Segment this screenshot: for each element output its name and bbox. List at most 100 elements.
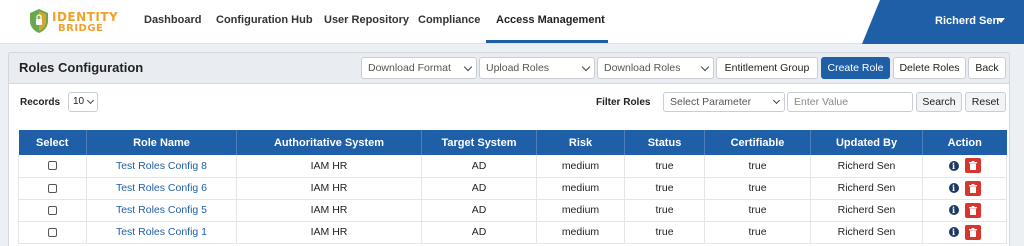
- col-status[interactable]: Status: [624, 130, 705, 155]
- filter-parameter-placeholder: Select Parameter: [670, 96, 752, 108]
- chevron-down-icon: [700, 62, 710, 72]
- chevron-down-icon: [86, 96, 95, 105]
- action-cell: i: [922, 199, 1007, 222]
- download-roles-select[interactable]: Download Roles: [597, 57, 714, 79]
- col-role-name[interactable]: Role Name: [86, 130, 237, 155]
- target-system-cell: AD: [421, 199, 537, 222]
- action-cell: i: [922, 177, 1007, 200]
- entitlement-group-button[interactable]: Entitlement Group: [716, 57, 818, 79]
- nav-compliance[interactable]: Compliance: [418, 14, 480, 26]
- delete-button[interactable]: [964, 202, 981, 218]
- select-cell: [18, 155, 87, 178]
- select-cell: [18, 221, 87, 244]
- certifiable-cell: true: [704, 155, 811, 178]
- select-cell: [18, 177, 87, 200]
- roles-table: Select Role Name Authoritative System Ta…: [18, 130, 1007, 244]
- role-name-link[interactable]: Test Roles Config 5: [86, 199, 237, 222]
- active-nav-indicator: [486, 40, 608, 43]
- certifiable-cell: true: [704, 199, 811, 222]
- nav-access-management[interactable]: Access Management: [496, 14, 605, 26]
- updated-by-cell: Richerd Sen: [810, 221, 923, 244]
- back-button[interactable]: Back: [968, 57, 1006, 79]
- action-cell: i: [922, 221, 1007, 244]
- upload-roles-select[interactable]: Upload Roles: [479, 57, 595, 79]
- chevron-down-icon[interactable]: [997, 18, 1005, 23]
- certifiable-cell: true: [704, 177, 811, 200]
- info-icon[interactable]: i: [948, 160, 959, 171]
- status-cell: true: [624, 221, 705, 244]
- target-system-cell: AD: [421, 221, 537, 244]
- updated-by-cell: Richerd Sen: [810, 177, 923, 200]
- download-roles-label: Download Roles: [604, 62, 681, 74]
- trash-icon: [968, 183, 977, 193]
- table-row: Test Roles Config 6 IAM HR AD medium tru…: [18, 177, 1007, 200]
- col-certifiable[interactable]: Certifiable: [704, 130, 811, 155]
- delete-button[interactable]: [964, 158, 981, 174]
- role-name-link[interactable]: Test Roles Config 1: [86, 221, 237, 244]
- info-icon[interactable]: i: [948, 205, 959, 215]
- authoritative-system-cell: IAM HR: [236, 177, 422, 200]
- info-icon[interactable]: i: [948, 183, 959, 193]
- create-role-button[interactable]: Create Role: [821, 57, 890, 79]
- col-updated-by[interactable]: Updated By: [810, 130, 923, 155]
- download-format-label: Download Format: [368, 62, 451, 74]
- upload-roles-label: Upload Roles: [486, 62, 550, 74]
- select-cell: [18, 199, 87, 222]
- chevron-down-icon: [581, 62, 591, 72]
- table-row: Test Roles Config 5 IAM HR AD medium tru…: [18, 199, 1007, 222]
- action-cell: i: [922, 155, 1007, 178]
- nav-user-repository[interactable]: User Repository: [324, 14, 409, 26]
- delete-roles-button[interactable]: Delete Roles: [893, 57, 966, 79]
- filter-roles-label: Filter Roles: [596, 97, 651, 108]
- col-action: Action: [922, 130, 1007, 155]
- records-per-page-select[interactable]: 10: [68, 92, 98, 112]
- records-value: 10: [73, 96, 85, 107]
- brand-logo[interactable]: IDENTITY BRIDGE: [28, 6, 128, 38]
- status-cell: true: [624, 177, 705, 200]
- col-target-system[interactable]: Target System: [421, 130, 537, 155]
- row-checkbox[interactable]: [48, 183, 57, 193]
- chevron-down-icon: [772, 96, 781, 105]
- search-button[interactable]: Search: [916, 92, 962, 112]
- trash-icon: [968, 227, 977, 237]
- trash-icon: [968, 205, 977, 215]
- col-authoritative-system[interactable]: Authoritative System: [236, 130, 422, 155]
- role-name-link[interactable]: Test Roles Config 8: [86, 155, 237, 178]
- certifiable-cell: true: [704, 221, 811, 244]
- target-system-cell: AD: [421, 155, 537, 178]
- authoritative-system-cell: IAM HR: [236, 199, 422, 222]
- download-format-select[interactable]: Download Format: [361, 57, 477, 79]
- target-system-cell: AD: [421, 177, 537, 200]
- shield-logo-icon: [30, 9, 48, 33]
- status-cell: true: [624, 155, 705, 178]
- risk-cell: medium: [536, 155, 625, 178]
- user-name[interactable]: Richerd Sen: [935, 15, 999, 27]
- table-row: Test Roles Config 1 IAM HR AD medium tru…: [18, 221, 1007, 244]
- risk-cell: medium: [536, 199, 625, 222]
- authoritative-system-cell: IAM HR: [236, 221, 422, 244]
- row-checkbox[interactable]: [48, 161, 57, 171]
- records-label: Records: [20, 97, 61, 108]
- filter-parameter-select[interactable]: Select Parameter: [663, 92, 785, 112]
- updated-by-cell: Richerd Sen: [810, 199, 923, 222]
- delete-button[interactable]: [964, 180, 981, 196]
- delete-button[interactable]: [964, 224, 981, 240]
- authoritative-system-cell: IAM HR: [236, 155, 422, 178]
- trash-icon: [968, 161, 977, 171]
- brand-line2: BRIDGE: [58, 23, 104, 34]
- nav-dashboard[interactable]: Dashboard: [144, 14, 201, 26]
- reset-button[interactable]: Reset: [965, 92, 1006, 112]
- risk-cell: medium: [536, 221, 625, 244]
- nav-configuration-hub[interactable]: Configuration Hub: [216, 14, 313, 26]
- role-name-link[interactable]: Test Roles Config 6: [86, 177, 237, 200]
- row-checkbox[interactable]: [48, 205, 57, 215]
- filter-value-input[interactable]: [787, 92, 913, 112]
- status-cell: true: [624, 199, 705, 222]
- col-risk[interactable]: Risk: [536, 130, 625, 155]
- updated-by-cell: Richerd Sen: [810, 155, 923, 178]
- table-row: Test Roles Config 8 IAM HR AD medium tru…: [18, 155, 1007, 178]
- row-checkbox[interactable]: [48, 227, 57, 237]
- info-icon[interactable]: i: [948, 227, 959, 237]
- risk-cell: medium: [536, 177, 625, 200]
- col-select: Select: [18, 130, 87, 155]
